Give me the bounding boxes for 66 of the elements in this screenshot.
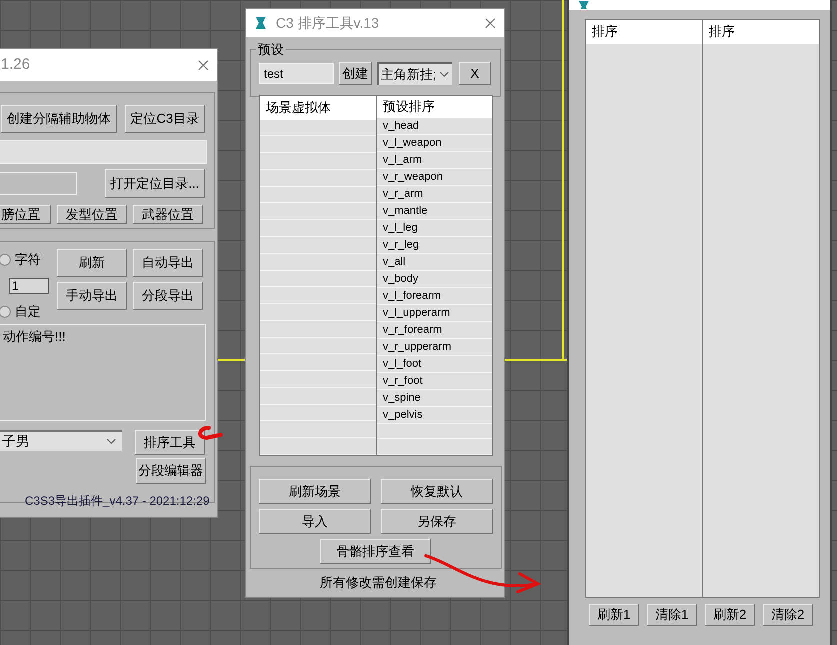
table-cell-text: v_pelvis [383, 408, 423, 423]
input-field[interactable] [0, 140, 207, 164]
radio-label: 字符 [15, 251, 41, 269]
table-cell-text: v_l_weapon [383, 136, 442, 151]
button[interactable]: 刷新 [57, 249, 127, 277]
column-header: 场景虚拟体 [260, 96, 376, 120]
button[interactable]: 打开定位目录... [105, 169, 205, 198]
table-cell-text: v_all [383, 254, 406, 270]
column-header: 排序 [586, 20, 702, 44]
table-cell-text: v_r_leg [383, 238, 420, 253]
button[interactable]: 刷新场景 [259, 479, 371, 504]
table-cell-text: v_r_weapon [383, 170, 443, 185]
button[interactable]: 定位C3目录 [125, 105, 205, 133]
button[interactable]: 另保存 [381, 509, 493, 534]
log-text: 动作编号!!! [3, 329, 66, 344]
button[interactable]: 自动导出 [133, 249, 203, 277]
preset-dropdown[interactable]: 主角新挂; [377, 62, 452, 85]
footer-text: C3S3导出插件_v4.37 - 2021:12:29 [25, 493, 210, 510]
button[interactable]: 武器位置 [133, 205, 203, 224]
button[interactable]: 分段导出 [133, 282, 203, 310]
table-cell-text: v_l_arm [383, 152, 422, 168]
button[interactable]: 创建 [339, 62, 372, 85]
table-cell-text: v_r_arm [383, 186, 424, 202]
button[interactable]: 恢复默认 [381, 479, 493, 504]
close-icon[interactable] [485, 18, 496, 28]
button[interactable]: 手动导出 [57, 282, 127, 310]
footer-text: 所有修改需创建保存 [320, 574, 437, 592]
button[interactable]: 排序工具 [135, 430, 205, 455]
radio-button[interactable] [0, 306, 11, 318]
table-cell-text: v_spine [383, 390, 421, 406]
close-icon[interactable] [198, 60, 209, 70]
radio-button[interactable] [0, 254, 11, 266]
preset-name-field[interactable]: test [259, 63, 334, 84]
table-cell-text: v_l_forearm [383, 288, 442, 304]
button[interactable]: 骨骼排序查看 [320, 539, 431, 564]
table-cell-text: v_body [383, 272, 418, 287]
button[interactable]: 膀位置 [0, 205, 51, 224]
table-cell-text: v_r_upperarm [383, 340, 452, 355]
dropdown-value: 主角新挂; [381, 66, 437, 84]
radio-label: 自定 [15, 303, 41, 321]
button[interactable]: 清除2 [763, 604, 813, 626]
window-title: 1.26 [1, 54, 30, 75]
column-header: 预设排序 [377, 96, 492, 118]
button[interactable]: 清除1 [647, 604, 697, 626]
button[interactable]: 导入 [259, 509, 371, 534]
table-cell-text: v_r_forearm [383, 322, 442, 338]
chevron-down-icon [107, 439, 116, 444]
table-cell-text: v_head [383, 118, 420, 134]
input-field[interactable] [0, 172, 77, 195]
column-header: 排序 [703, 20, 819, 44]
table-cell-text: v_l_upperarm [383, 306, 450, 321]
button[interactable]: 创建分隔辅助物体 [1, 105, 117, 133]
button[interactable]: 分段编辑器 [136, 458, 206, 484]
button[interactable]: 刷新2 [705, 604, 755, 626]
chevron-down-icon [440, 72, 449, 77]
table-cell-text: v_mantle [383, 204, 428, 219]
dropdown[interactable]: 子男 [0, 430, 122, 451]
window-title: C3 排序工具v.13 [276, 14, 380, 32]
table-cell-text: v_l_foot [383, 356, 422, 372]
dropdown-value: 子男 [2, 432, 30, 451]
table-cell-text: v_l_leg [383, 220, 418, 236]
button[interactable]: 发型位置 [57, 205, 127, 224]
button[interactable]: 刷新1 [589, 604, 639, 626]
spinner-field[interactable]: 1 [9, 278, 49, 294]
table-cell-text: v_r_foot [383, 374, 423, 389]
button[interactable]: X [459, 62, 491, 85]
